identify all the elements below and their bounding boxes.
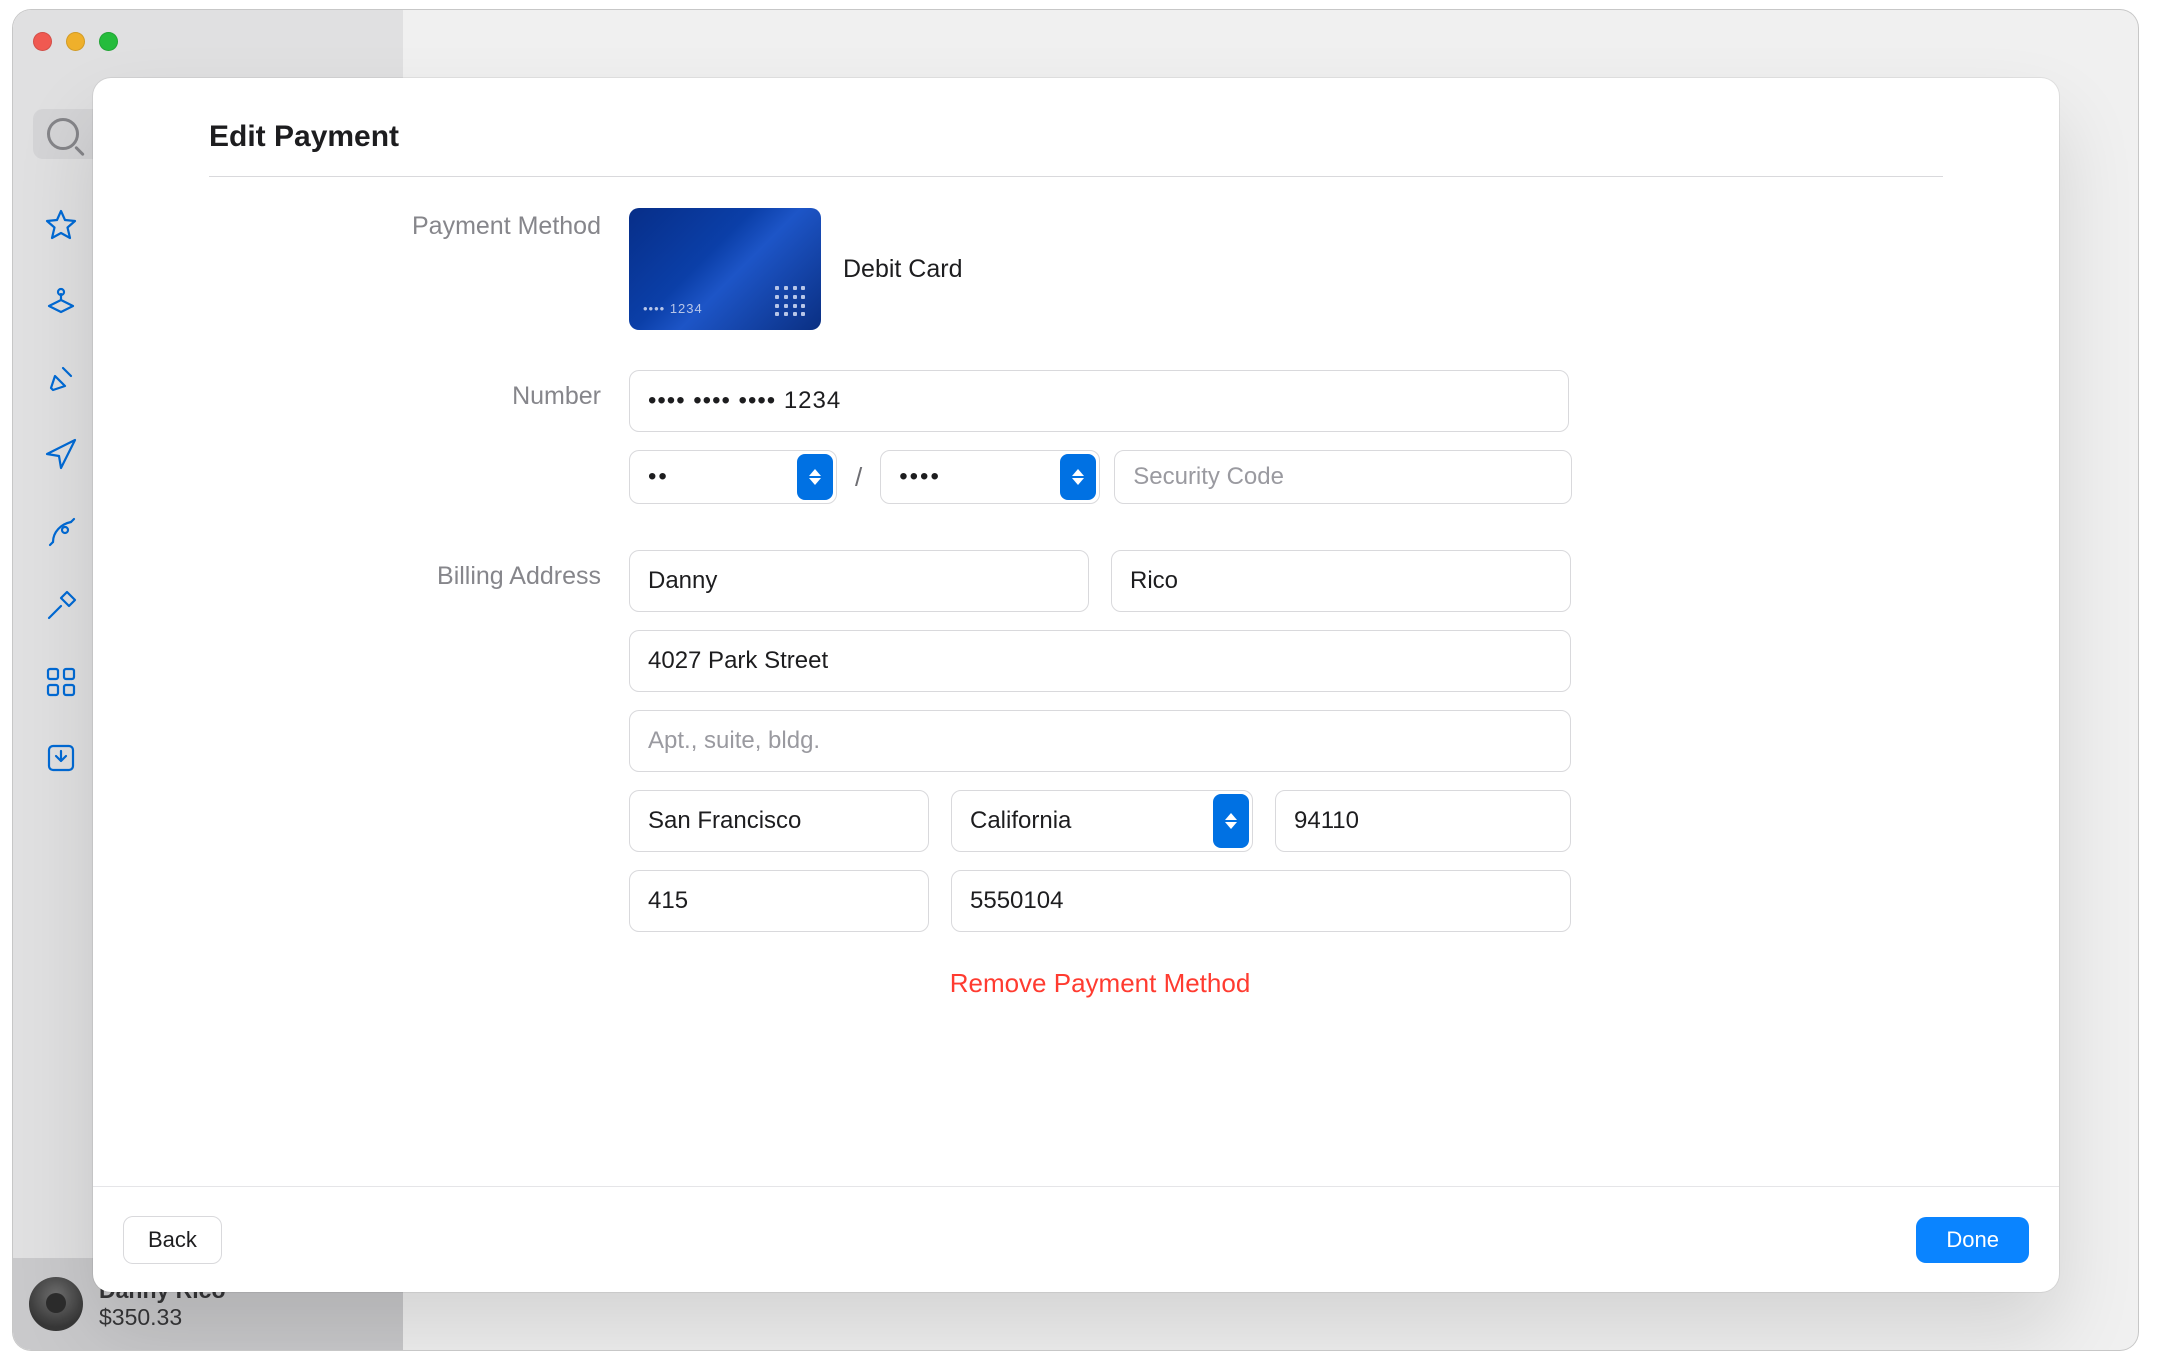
back-button-label: Back [148, 1227, 197, 1253]
last-name-input[interactable]: Rico [1111, 550, 1571, 612]
zip-value: 94110 [1294, 807, 1359, 835]
area-code-input[interactable]: 415 [629, 870, 929, 932]
sheet-header: Edit Payment [93, 78, 2059, 154]
security-code-input[interactable]: Security Code [1114, 450, 1572, 504]
first-name-value: Danny [648, 567, 717, 595]
card-number-input[interactable]: •••• •••• •••• 1234 [629, 370, 1569, 432]
apt-placeholder: Apt., suite, bldg. [648, 727, 820, 755]
card-number-value: •••• •••• •••• 1234 [648, 387, 841, 415]
label-billing-address: Billing Address [209, 550, 629, 591]
city-input[interactable]: San Francisco [629, 790, 929, 852]
divider [209, 176, 1943, 177]
row-payment-method: Payment Method •••• 1234 Debit Card [209, 208, 1943, 330]
done-button-label: Done [1946, 1227, 1999, 1253]
state-select[interactable]: California [951, 790, 1253, 852]
app-window: Danny Rico $350.33 Edit Payment Payment … [13, 10, 2138, 1350]
security-code-placeholder: Security Code [1133, 463, 1284, 491]
label-payment-method: Payment Method [209, 208, 629, 241]
last-name-value: Rico [1130, 567, 1178, 595]
remove-payment-link[interactable]: Remove Payment Method [950, 968, 1251, 998]
card-last-four: •••• 1234 [643, 301, 703, 316]
name-row: Danny Rico [629, 550, 1571, 612]
done-button[interactable]: Done [1916, 1217, 2029, 1263]
back-button[interactable]: Back [123, 1216, 222, 1264]
billing-controls: Danny Rico 4027 Park Street Apt., suite,… [629, 550, 1943, 932]
remove-row: Remove Payment Method [629, 968, 1571, 999]
payment-method-display: •••• 1234 Debit Card [629, 208, 1943, 330]
phone-row: 415 5550104 [629, 870, 1571, 932]
card-type-label: Debit Card [843, 255, 963, 284]
stepper-icon [1060, 454, 1096, 500]
row-billing-address: Billing Address Danny Rico 4027 Park Str… [209, 550, 1943, 932]
viewport: Danny Rico $350.33 Edit Payment Payment … [0, 0, 2160, 1366]
phone-input[interactable]: 5550104 [951, 870, 1571, 932]
stepper-icon [797, 454, 833, 500]
area-code-value: 415 [648, 887, 688, 915]
street-value: 4027 Park Street [648, 647, 828, 675]
card-visual: •••• 1234 [629, 208, 821, 330]
exp-year-select[interactable]: •••• [880, 450, 1100, 504]
sheet-title: Edit Payment [209, 120, 1943, 154]
city-value: San Francisco [648, 807, 801, 835]
exp-month-select[interactable]: •• [629, 450, 837, 504]
payment-form: Payment Method •••• 1234 Debit Card [209, 208, 1943, 999]
label-number: Number [209, 370, 629, 411]
exp-month-value: •• [648, 463, 669, 491]
exp-year-value: •••• [899, 463, 941, 491]
city-state-zip-row: San Francisco California 94110 [629, 790, 1571, 852]
street-input[interactable]: 4027 Park Street [629, 630, 1571, 692]
slash-separator: / [851, 462, 866, 493]
first-name-input[interactable]: Danny [629, 550, 1089, 612]
sheet-footer: Back Done [93, 1186, 2059, 1292]
row-number: Number •••• •••• •••• 1234 •• / [209, 370, 1943, 504]
number-controls: •••• •••• •••• 1234 •• / •••• [629, 370, 1943, 504]
chip-icon [775, 286, 807, 318]
edit-payment-sheet: Edit Payment Payment Method •••• 1234 [93, 78, 2059, 1292]
phone-value: 5550104 [970, 887, 1063, 915]
zip-input[interactable]: 94110 [1275, 790, 1571, 852]
apt-input[interactable]: Apt., suite, bldg. [629, 710, 1571, 772]
stepper-icon [1213, 794, 1249, 848]
state-value: California [970, 807, 1071, 835]
expiry-security-row: •• / •••• Security Code [629, 450, 1572, 504]
